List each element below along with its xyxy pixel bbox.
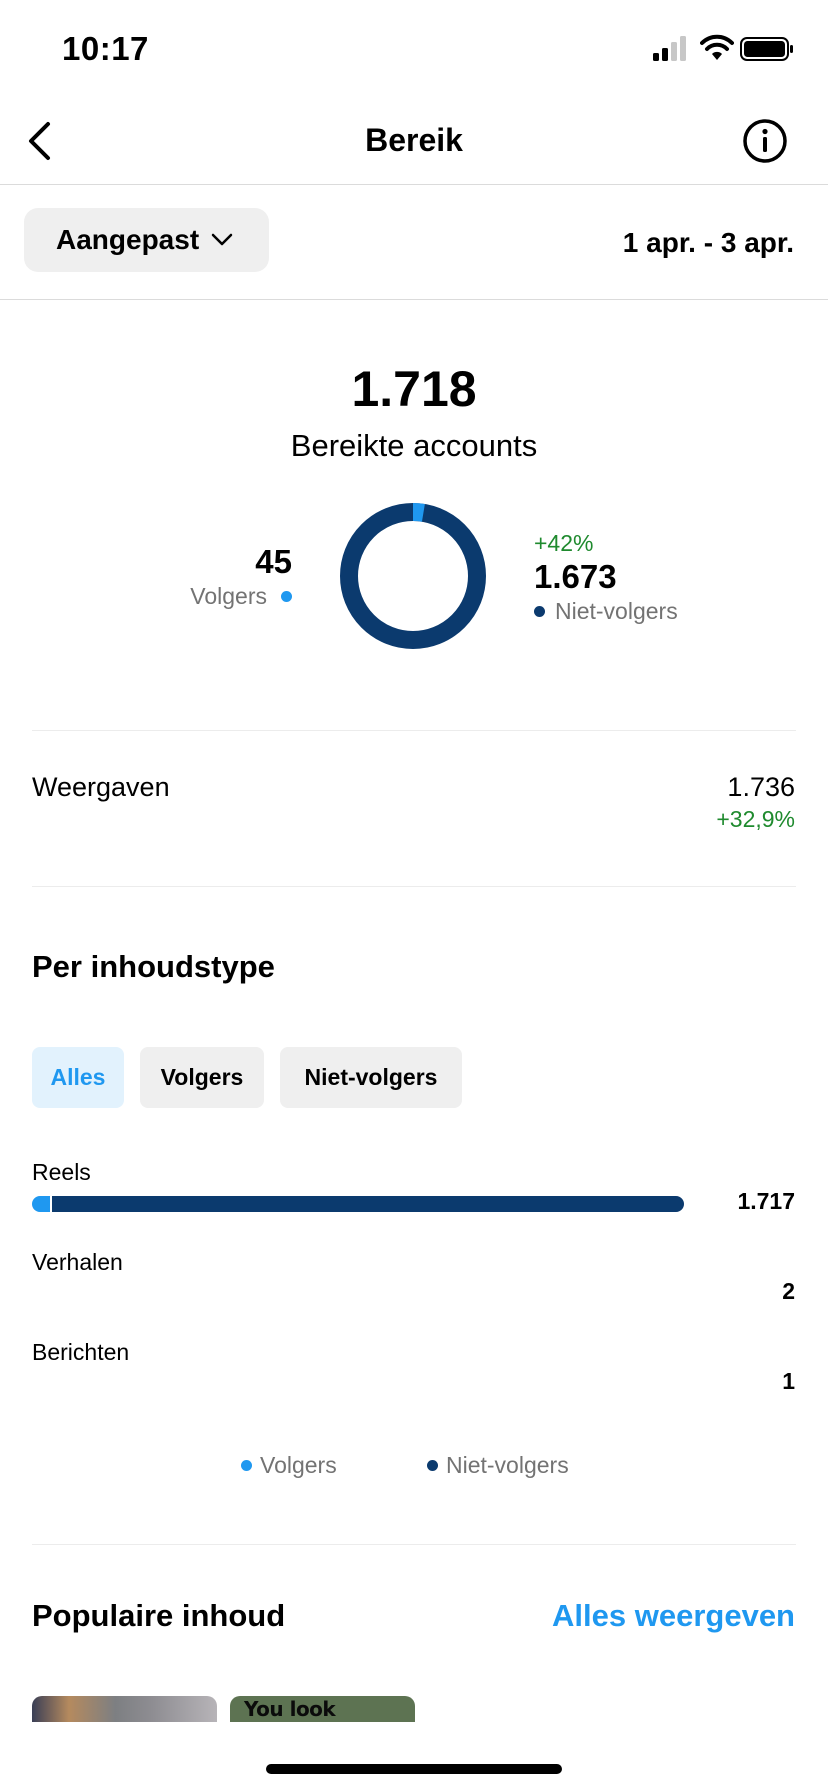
- non-followers-legend-dot: [534, 606, 545, 617]
- date-range-dropdown-label: Aangepast: [56, 224, 200, 255]
- cellular-signal-icon: [653, 36, 686, 61]
- non-followers-label-row: Niet-volgers: [534, 598, 678, 625]
- non-followers-label: Niet-volgers: [555, 598, 678, 624]
- home-indicator: [266, 1764, 562, 1774]
- divider: [32, 730, 796, 731]
- non-followers-change: +42%: [534, 530, 594, 556]
- non-followers-value: 1.673: [534, 558, 617, 595]
- thumbnail-caption: You look lonely...: [244, 1697, 336, 1722]
- reels-label: Reels: [32, 1159, 91, 1185]
- battery-icon: [740, 37, 793, 61]
- see-all-link[interactable]: Alles weergeven: [552, 1598, 795, 1634]
- reels-bar: [32, 1196, 684, 1212]
- wifi-icon: [700, 34, 734, 60]
- views-value: 1.736: [727, 772, 795, 802]
- followers-label-row: Volgers: [190, 583, 292, 610]
- donut-non-followers-arc: [340, 503, 486, 649]
- content-type-title: Per inhoudstype: [32, 949, 275, 984]
- chip-all[interactable]: Alles: [32, 1047, 124, 1108]
- chip-non-followers[interactable]: Niet-volgers: [280, 1047, 462, 1108]
- divider: [32, 886, 796, 887]
- followers-legend-dot: [281, 591, 292, 602]
- page-title: Bereik: [365, 122, 463, 158]
- legend-followers-dot: [241, 1460, 252, 1471]
- accounts-reached-value: 1.718: [351, 361, 477, 417]
- legend-followers-label: Volgers: [260, 1452, 337, 1478]
- legend-non-followers-dot: [427, 1460, 438, 1471]
- posts-value: 1: [782, 1368, 795, 1394]
- posts-label: Berichten: [32, 1339, 130, 1365]
- reels-value: 1.717: [737, 1188, 795, 1214]
- reels-bar-followers-segment: [32, 1196, 50, 1212]
- followers-label: Volgers: [190, 583, 267, 609]
- popular-content-thumbnail[interactable]: You look lonely...: [230, 1696, 415, 1722]
- divider: [32, 1544, 796, 1545]
- legend-non-followers-label: Niet-volgers: [446, 1452, 569, 1478]
- info-icon[interactable]: [740, 116, 790, 166]
- accounts-reached-label: Bereikte accounts: [290, 428, 538, 463]
- popular-content-thumbnail[interactable]: [32, 1696, 217, 1722]
- popular-content-title: Populaire inhoud: [32, 1598, 286, 1633]
- chip-followers[interactable]: Volgers: [140, 1047, 264, 1108]
- legend-non-followers: Niet-volgers: [427, 1452, 569, 1479]
- legend-followers: Volgers: [241, 1452, 337, 1479]
- date-range-dropdown[interactable]: Aangepast: [24, 208, 269, 272]
- status-time: 10:17: [62, 30, 149, 67]
- date-range-text: 1 apr. - 3 apr.: [622, 227, 794, 258]
- nav-bar: Bereik: [0, 100, 828, 185]
- donut-followers-arc: [412, 503, 425, 522]
- chevron-down-icon: [211, 233, 233, 246]
- stories-label: Verhalen: [32, 1249, 123, 1275]
- followers-value: 45: [255, 543, 292, 580]
- reels-bar-non-followers-segment: [51, 1196, 684, 1212]
- reach-donut-chart: [340, 503, 486, 649]
- status-bar: 10:17: [0, 0, 828, 100]
- stories-value: 2: [782, 1278, 795, 1304]
- views-label: Weergaven: [32, 772, 170, 802]
- views-change: +32,9%: [716, 806, 795, 832]
- filter-row: Aangepast 1 apr. - 3 apr.: [0, 185, 828, 300]
